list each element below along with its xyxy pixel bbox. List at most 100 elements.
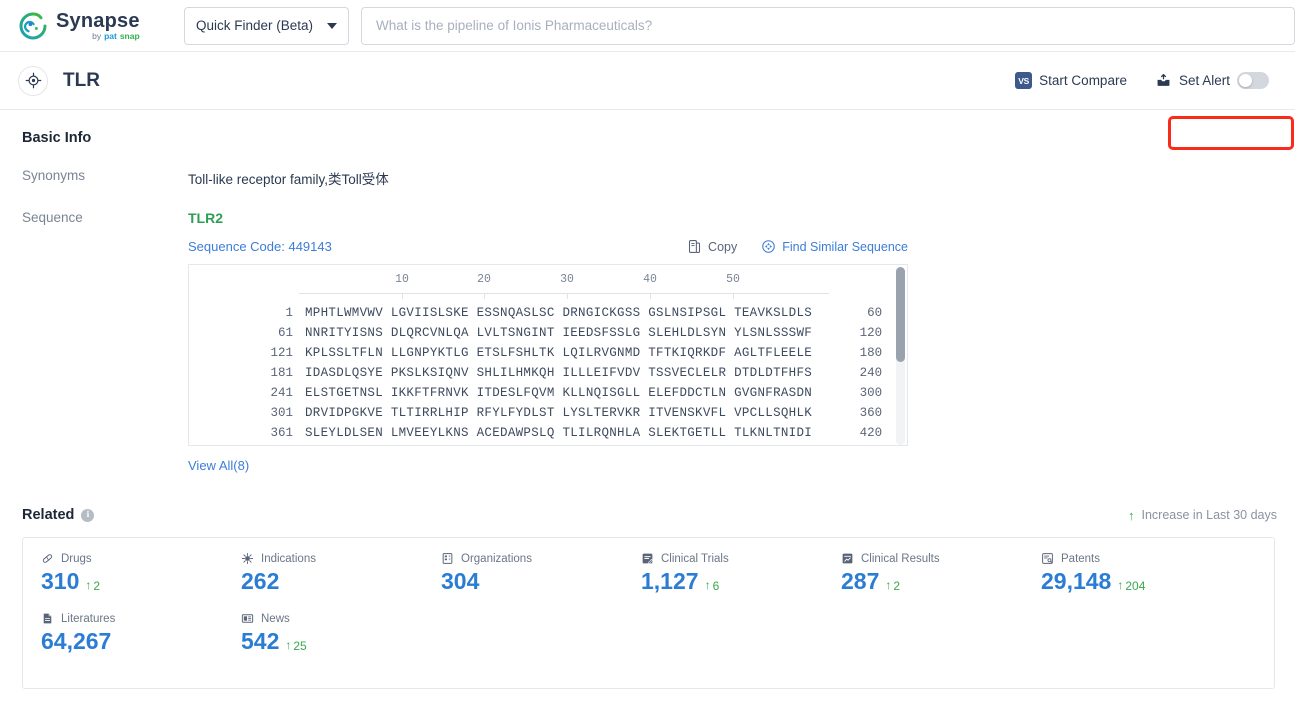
quick-finder-dropdown[interactable]: Quick Finder (Beta): [184, 6, 349, 45]
stat-label: Drugs: [61, 552, 92, 565]
stat-delta: ↑ 204: [1117, 578, 1146, 593]
ruler-mark-40: [650, 293, 651, 299]
stat-value: 542: [241, 628, 280, 654]
sequence-row: 1 MPHTLWMVWV LGVIISLSKE ESSNQASLSC DRNGI…: [189, 303, 907, 323]
arrow-up-icon: ↑: [885, 578, 892, 592]
alert-inbox-icon: [1155, 73, 1172, 88]
increase-legend-label: Increase in Last 30 days: [1141, 508, 1278, 522]
sequence-row-end: 120: [859, 326, 883, 340]
sequence-row-residues: SLEYLDLSEN LMVEEYLKNS ACEDAWPSLQ TLILRQN…: [305, 426, 813, 440]
sequence-row-start: 61: [277, 326, 293, 340]
sequence-scrollbar-thumb[interactable]: [896, 267, 905, 362]
page-title: TLR: [63, 69, 100, 91]
stat-value: 304: [441, 568, 480, 594]
stat-organizations[interactable]: Organizations 304: [441, 552, 641, 593]
stat-delta: ↑ 2: [85, 578, 101, 593]
stat-indications[interactable]: Indications 262: [241, 552, 441, 593]
sequence-row-residues: NNRITYISNS DLQRCVNLQA LVLTSNGINT IEEDSFS…: [305, 326, 813, 340]
ruler-tick-20: 20: [477, 273, 491, 286]
field-label-sequence: Sequence: [22, 210, 83, 225]
ruler-tick-40: 40: [643, 273, 657, 286]
start-compare-button[interactable]: VS Start Compare: [1015, 72, 1127, 89]
clinical-result-icon: [841, 552, 854, 565]
stat-value: 310: [41, 568, 80, 594]
brand-by: by: [92, 30, 102, 41]
stat-label: Clinical Trials: [661, 552, 729, 565]
search-input[interactable]: [374, 17, 1282, 34]
brand-pat: pat: [104, 30, 117, 41]
stat-news[interactable]: News 542 ↑ 25: [241, 612, 441, 654]
sequence-row-end: 420: [859, 426, 883, 440]
stat-label: Patents: [1061, 552, 1100, 565]
brand-name: Synapse: [56, 9, 140, 32]
stat-patents[interactable]: Patents 29,148 ↑ 204: [1041, 552, 1241, 594]
stat-delta-value: 204: [1125, 579, 1146, 593]
arrow-up-icon: ↑: [704, 578, 711, 592]
stat-delta: ↑ 25: [285, 638, 306, 653]
sequence-row-residues: MPHTLWMVWV LGVIISLSKE ESSNQASLSC DRNGICK…: [305, 306, 813, 320]
set-alert-button[interactable]: Set Alert: [1155, 72, 1277, 89]
top-bar: Synapse by pat snap Quick Finder (Beta): [0, 0, 1295, 52]
ruler-mark-30: [567, 293, 568, 299]
info-icon[interactable]: i: [81, 508, 95, 522]
stat-value: 287: [841, 568, 880, 594]
sequence-row-residues: DRVIDPGKVE TLTIRRLHIP RFYLFYDLST LYSLTER…: [305, 406, 813, 420]
news-icon: [241, 612, 254, 625]
sequence-scrollbar[interactable]: [896, 267, 905, 445]
search-box[interactable]: [361, 6, 1295, 45]
sequence-row-end: 180: [859, 346, 883, 360]
start-compare-label: Start Compare: [1039, 73, 1127, 88]
sequence-row-start: 121: [270, 346, 293, 360]
basic-info-heading: Basic Info: [22, 130, 1277, 146]
ruler-mark-50: [733, 293, 734, 299]
entity-title-bar: TLR VS Start Compare Set Alert: [0, 52, 1295, 150]
arrow-up-icon: ↑: [85, 578, 92, 592]
stat-value: 64,267: [41, 628, 112, 654]
set-alert-label: Set Alert: [1178, 73, 1230, 88]
basic-info-heading-label: Basic Info: [22, 130, 92, 146]
sequence-ruler: 10 20 30 40 50: [189, 273, 907, 303]
sequence-row-end: 240: [859, 366, 883, 380]
chevron-down-icon: [327, 22, 337, 29]
sequence-row-end: 60: [867, 306, 883, 320]
related-heading-label: Related: [22, 507, 75, 523]
sequence-name: TLR2: [188, 210, 223, 226]
find-similar-sequence-label: Find Similar Sequence: [782, 239, 908, 254]
sequence-code-row: Sequence Code: 449143 Copy Find Similar …: [188, 239, 908, 254]
sequence-row-end: 300: [859, 386, 883, 400]
stat-delta-value: 2: [93, 579, 101, 593]
brand-logo[interactable]: Synapse by pat snap: [18, 11, 150, 41]
stat-drugs[interactable]: Drugs 310 ↑ 2: [41, 552, 241, 594]
stat-literatures[interactable]: Literatures 64,267: [41, 612, 241, 653]
sequence-code-link[interactable]: Sequence Code: 449143: [188, 239, 332, 254]
stat-value: 1,127: [641, 568, 699, 594]
patent-icon: [1041, 552, 1054, 565]
stat-clinical-results[interactable]: Clinical Results 287 ↑ 2: [841, 552, 1041, 594]
field-value-synonyms: Toll-like receptor family,类Toll受体: [188, 172, 389, 187]
increase-legend: ↑ Increase in Last 30 days: [1128, 508, 1277, 522]
stat-value: 262: [241, 568, 280, 594]
related-stats-card: Drugs 310 ↑ 2 Indications 262 Organizati…: [22, 537, 1275, 689]
stat-label: Literatures: [61, 612, 116, 625]
clinical-trial-icon: [641, 552, 654, 565]
sequence-row-residues: IDASDLQSYE PKSLKSIQNV SHLILHMKQH ILLLEIF…: [305, 366, 813, 380]
sequence-viewer[interactable]: 10 20 30 40 50 1 MPHTLWMVWV LGVIISLSKE E: [188, 264, 908, 446]
stat-delta-value: 2: [893, 579, 901, 593]
ruler-baseline: [299, 293, 829, 294]
sequence-row: 181 IDASDLQSYE PKSLKSIQNV SHLILHMKQH ILL…: [189, 363, 907, 383]
sequence-row-start: 1: [285, 306, 293, 320]
sequence-row: 121 KPLSSLTFLN LLGNPYKTLG ETSLFSHLTK LQI…: [189, 343, 907, 363]
arrow-up-icon: ↑: [1128, 507, 1135, 523]
set-alert-toggle[interactable]: [1237, 72, 1269, 89]
stat-delta: ↑ 6: [704, 578, 720, 593]
stat-clinical-trials[interactable]: Clinical Trials 1,127 ↑ 6: [641, 552, 841, 594]
ruler-tick-10: 10: [395, 273, 409, 286]
sequence-row: 241 ELSTGETNSL IKKFTFRNVK ITDESLFQVM KLL…: [189, 383, 907, 403]
sequence-row-start: 301: [270, 406, 293, 420]
related-heading-row: Related i ↑ Increase in Last 30 days: [22, 507, 1277, 523]
copy-sequence-button[interactable]: Copy: [687, 239, 737, 254]
target-crosshair-icon: [18, 65, 48, 96]
find-similar-sequence-button[interactable]: Find Similar Sequence: [761, 239, 908, 254]
view-all-sequences-link[interactable]: View All(8): [188, 458, 249, 473]
sequence-row: 61 NNRITYISNS DLQRCVNLQA LVLTSNGINT IEED…: [189, 323, 907, 343]
